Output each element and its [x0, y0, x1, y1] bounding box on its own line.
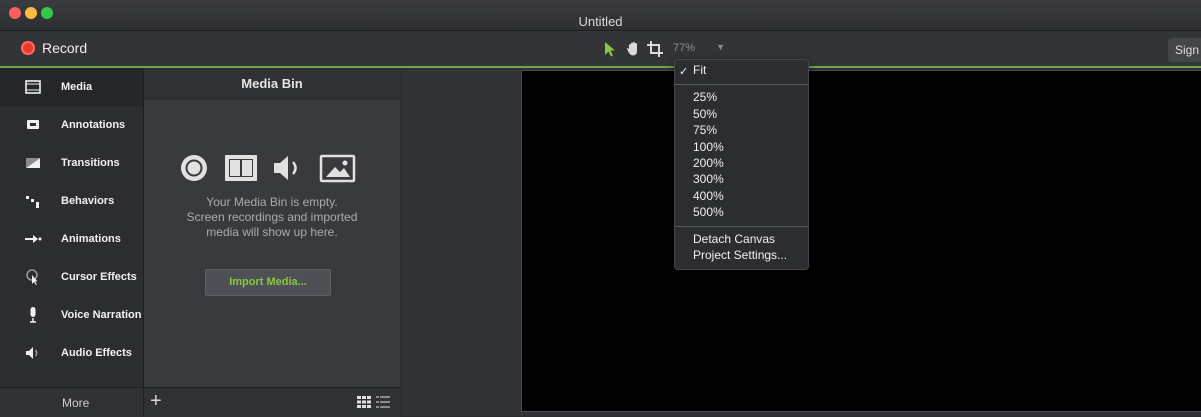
media-bin-panel: Media Bin Your Media Bin is empty. Scree… — [144, 68, 400, 417]
sidebar-more-button[interactable]: More — [0, 387, 143, 417]
sign-in-button[interactable]: Sign — [1168, 38, 1201, 62]
sidebar-item-label: Behaviors — [61, 195, 115, 207]
sidebar-item-animations[interactable]: Animations — [0, 220, 143, 258]
empty-state-line: Screen recordings and imported — [186, 210, 358, 224]
empty-state-line: media will show up here. — [206, 225, 338, 239]
film-icon — [25, 80, 41, 94]
menu-divider — [675, 84, 808, 85]
behaviors-icon — [26, 196, 39, 208]
zoom-option-50[interactable]: 50% — [693, 107, 717, 122]
grid-view-icon[interactable] — [357, 396, 371, 408]
detach-canvas-option[interactable]: Detach Canvas — [693, 232, 775, 247]
zoom-option-25[interactable]: 25% — [693, 90, 717, 105]
record-button[interactable]: Record — [21, 40, 87, 56]
transition-icon — [26, 158, 40, 168]
zoom-option-fit[interactable]: Fit — [693, 63, 706, 78]
media-bin-footer: + — [144, 387, 400, 417]
record-label: Record — [42, 40, 88, 56]
sidebar-item-label: Transitions — [61, 157, 120, 169]
animation-arrow-icon — [25, 235, 42, 243]
hand-tool-icon[interactable] — [624, 40, 642, 58]
sidebar-item-behaviors[interactable]: Behaviors — [0, 182, 143, 220]
zoom-option-75[interactable]: 75% — [693, 123, 717, 138]
image-icon — [319, 154, 356, 183]
sidebar-item-voice-narration[interactable]: Voice Narration — [0, 296, 143, 334]
zoom-value: 77% — [673, 42, 696, 54]
add-media-button[interactable]: + — [150, 390, 162, 413]
sidebar-item-label: Animations — [61, 233, 121, 245]
cursor-icon — [26, 269, 38, 285]
record-circle-icon — [181, 155, 207, 181]
zoom-select[interactable]: 77% ▼ — [673, 42, 728, 58]
speaker-icon — [26, 347, 38, 359]
zoom-dropdown-menu: ✓ Fit 25% 50% 75% 100% 200% 300% 400% 50… — [674, 59, 809, 270]
chevron-down-icon: ▼ — [716, 42, 725, 52]
sidebar-item-transitions[interactable]: Transitions — [0, 144, 143, 182]
menu-divider — [675, 226, 808, 227]
list-view-icon[interactable] — [376, 396, 390, 408]
tools-sidebar: Media Annotations Transitions Behaviors … — [0, 68, 144, 417]
project-settings-option[interactable]: Project Settings... — [693, 248, 787, 263]
pointer-tool-icon[interactable] — [601, 40, 619, 58]
record-icon — [21, 41, 35, 55]
window-title: Untitled — [578, 14, 623, 29]
sidebar-item-annotations[interactable]: Annotations — [0, 106, 143, 144]
window-titlebar: Untitled — [0, 0, 1201, 31]
media-types-illustration — [181, 154, 356, 183]
sidebar-item-cursor-effects[interactable]: Cursor Effects — [0, 258, 143, 296]
empty-state-line: Your Media Bin is empty. — [206, 195, 338, 209]
film-strip-icon — [225, 155, 257, 181]
sidebar-item-label: Media — [61, 81, 93, 93]
zoom-option-500[interactable]: 500% — [693, 205, 724, 220]
media-bin-title: Media Bin — [144, 68, 400, 100]
sidebar-item-label: Audio Effects — [61, 347, 132, 359]
zoom-option-100[interactable]: 100% — [693, 140, 724, 155]
sidebar-item-label: Voice Narration — [61, 309, 142, 321]
sidebar-item-label: Cursor Effects — [61, 271, 137, 283]
speaker-icon — [274, 156, 297, 180]
sidebar-item-media[interactable]: Media — [0, 68, 143, 106]
zoom-option-200[interactable]: 200% — [693, 156, 724, 171]
crop-tool-icon[interactable] — [646, 40, 664, 58]
main-toolbar: Record 77% ▼ Sign — [0, 31, 1201, 68]
import-media-button[interactable]: Import Media... — [205, 269, 331, 296]
empty-state-message: Your Media Bin is empty. Screen recordin… — [144, 195, 400, 240]
checkmark-icon: ✓ — [679, 66, 689, 78]
sidebar-item-audio-effects[interactable]: Audio Effects — [0, 334, 143, 372]
zoom-option-400[interactable]: 400% — [693, 189, 724, 204]
sidebar-item-label: Annotations — [61, 119, 126, 131]
preview-canvas[interactable] — [521, 70, 1201, 412]
annotation-icon — [27, 120, 39, 129]
microphone-icon — [30, 307, 36, 323]
more-label: More — [62, 396, 90, 410]
zoom-option-300[interactable]: 300% — [693, 172, 724, 187]
